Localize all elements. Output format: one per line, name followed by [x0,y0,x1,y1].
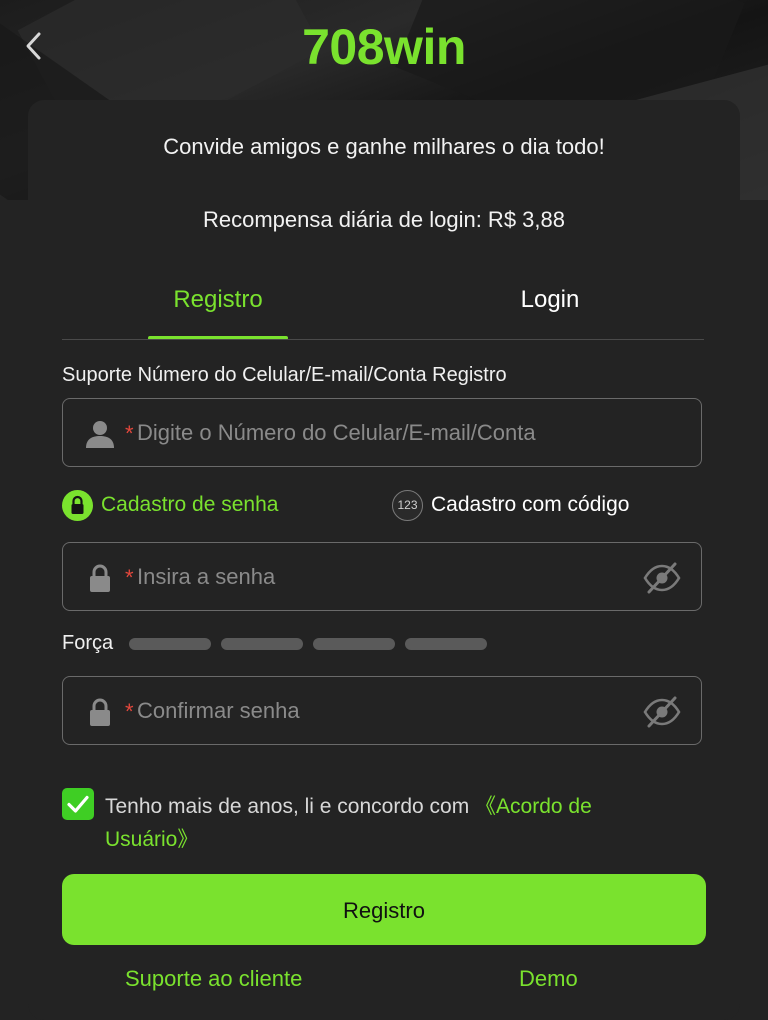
password-strength-label: Força [62,632,114,654]
lock-icon [62,490,93,521]
strength-segment [405,638,487,650]
required-mark: * [125,421,134,446]
strength-segment [129,638,211,650]
required-mark: * [125,565,134,590]
invite-banner-text: Convide amigos e ganhe milhares o dia to… [163,134,605,159]
required-mark: * [125,699,134,724]
code-register-label: Cadastro com código [431,493,630,516]
eye-off-icon[interactable] [643,695,681,729]
lock-icon [90,698,110,726]
agree-checkbox[interactable] [62,788,94,820]
checkmark-icon [67,795,89,813]
lock-icon [90,564,110,592]
tab-login[interactable]: Login [480,286,620,314]
account-field-label: Suporte Número do Celular/E-mail/Conta R… [62,364,507,386]
confirm-password-field: * [62,676,702,745]
tabs-divider [62,339,704,340]
brand-logo: 708win [302,19,466,75]
password-field: * [62,542,702,611]
agreement-text: Tenho mais de anos, li e concordo com 《A… [105,790,665,856]
register-submit-button[interactable]: Registro [62,874,706,945]
agreement-statement: Tenho mais de anos, li e concordo com [105,795,476,818]
strength-segment [221,638,303,650]
strength-segment [313,638,395,650]
demo-link[interactable]: Demo [519,966,578,992]
daily-reward-text: Recompensa diária de login: R$ 3,88 [202,207,565,232]
account-input[interactable] [137,413,637,453]
customer-support-link[interactable]: Suporte ao cliente [125,966,302,992]
eye-off-icon[interactable] [643,561,681,595]
password-input[interactable] [137,557,637,597]
user-icon [86,421,114,448]
account-field: * [62,398,702,467]
password-register-label: Cadastro de senha [101,493,279,516]
numeric-code-icon: 123 [392,490,423,521]
tab-registro[interactable]: Registro [148,286,288,314]
confirm-password-input[interactable] [137,691,637,731]
